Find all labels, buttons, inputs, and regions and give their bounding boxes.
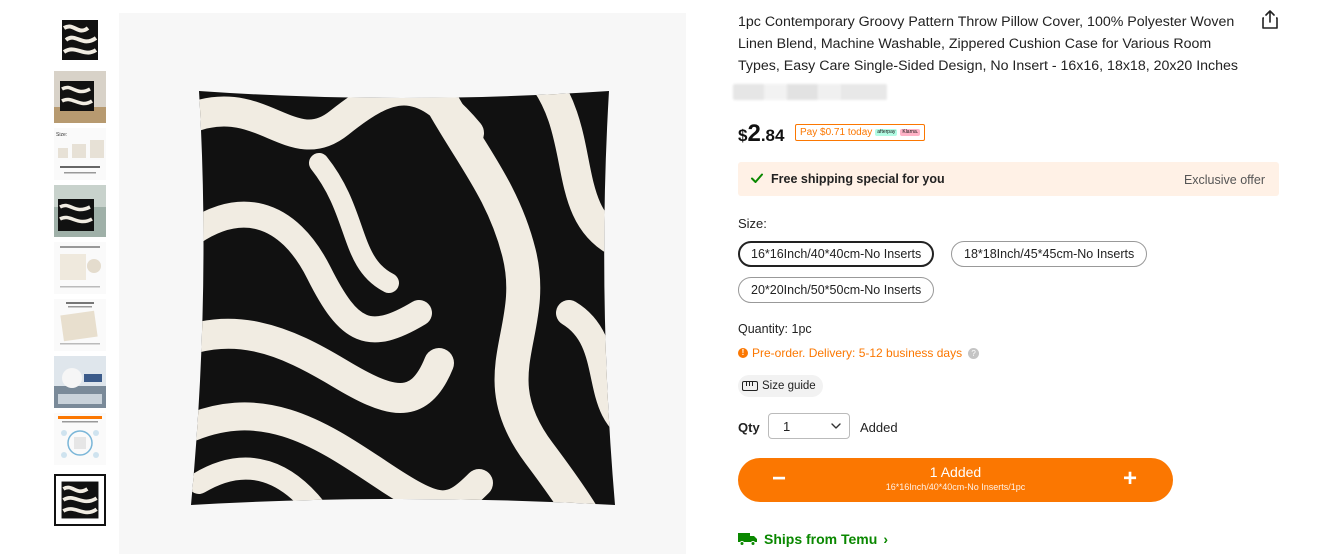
thumbnail-6[interactable] bbox=[54, 299, 106, 351]
free-shipping-text: Free shipping special for you bbox=[771, 172, 945, 186]
truck-icon bbox=[738, 533, 757, 546]
qty-value: 1 bbox=[783, 419, 791, 434]
product-title: 1pc Contemporary Groovy Pattern Throw Pi… bbox=[738, 14, 1238, 74]
size-option-20[interactable]: 20*20Inch/50*50cm-No Inserts bbox=[738, 277, 935, 303]
pay-today-badge[interactable]: Pay $0.71 today afterpay Klarna. bbox=[795, 124, 926, 141]
free-shipping-banner: Free shipping special for you Exclusive … bbox=[738, 162, 1279, 196]
thumbnail-4[interactable] bbox=[54, 185, 106, 237]
preorder-text: Pre-order. Delivery: 5-12 business days bbox=[752, 346, 963, 360]
thumbnail-7[interactable] bbox=[54, 356, 106, 408]
pay-today-text: Pay $0.71 today bbox=[800, 127, 873, 138]
quantity-info: Quantity: 1pc bbox=[738, 322, 812, 336]
thumbnail-9-selected[interactable] bbox=[54, 474, 106, 526]
blurred-rating-placeholder bbox=[733, 84, 887, 100]
pillow-illustration bbox=[119, 13, 686, 554]
price-whole: 2 bbox=[747, 120, 761, 147]
thumbnail-1[interactable] bbox=[54, 14, 106, 66]
size-option-16[interactable]: 16*16Inch/40*40cm-No Inserts bbox=[738, 241, 935, 267]
alert-icon: ! bbox=[738, 348, 748, 358]
size-label: Size: bbox=[738, 216, 767, 231]
svg-text:Size:: Size: bbox=[56, 132, 67, 138]
cart-added-count: 1 Added bbox=[929, 464, 982, 480]
cart-status[interactable]: 1 Added 16*16Inch/40*40cm-No Inserts/1pc bbox=[818, 463, 1093, 493]
chevron-down-icon bbox=[831, 423, 841, 429]
ruler-icon bbox=[742, 381, 758, 391]
qty-label: Qty bbox=[738, 420, 760, 435]
exclusive-offer-text: Exclusive offer bbox=[1183, 173, 1265, 187]
size-option-18[interactable]: 18*18Inch/45*45cm-No Inserts bbox=[951, 241, 1148, 267]
check-icon bbox=[751, 173, 763, 183]
add-to-cart-bar: − 1 Added 16*16Inch/40*40cm-No Inserts/1… bbox=[738, 458, 1173, 502]
cart-variant-summary: 16*16Inch/40*40cm-No Inserts/1pc bbox=[885, 482, 1026, 492]
help-icon[interactable]: ? bbox=[968, 347, 980, 359]
klarna-logo: Klarna. bbox=[900, 129, 921, 136]
qty-select[interactable]: 1 bbox=[768, 413, 850, 439]
share-icon[interactable] bbox=[1261, 10, 1279, 30]
thumbnail-3[interactable]: Size: bbox=[54, 128, 106, 180]
thumbnail-8[interactable] bbox=[54, 413, 106, 465]
size-guide-label: Size guide bbox=[762, 380, 816, 392]
preorder-notice: ! Pre-order. Delivery: 5-12 business day… bbox=[738, 346, 980, 360]
ships-from-link[interactable]: Ships from Temu › bbox=[738, 531, 888, 547]
ships-from-text: Ships from Temu bbox=[764, 531, 878, 547]
main-product-image[interactable] bbox=[119, 13, 686, 554]
price-fraction: .84 bbox=[760, 126, 785, 145]
price: $2.84 bbox=[738, 120, 784, 148]
afterpay-logo: afterpay bbox=[875, 129, 898, 136]
size-guide-button[interactable]: Size guide bbox=[738, 375, 823, 397]
increase-quantity-button[interactable]: + bbox=[1117, 467, 1143, 493]
decrease-quantity-button[interactable]: − bbox=[766, 467, 792, 493]
chevron-right-icon: › bbox=[883, 531, 888, 547]
thumbnail-5[interactable] bbox=[54, 242, 106, 294]
added-status: Added bbox=[860, 420, 898, 435]
thumbnail-2[interactable] bbox=[54, 71, 106, 123]
